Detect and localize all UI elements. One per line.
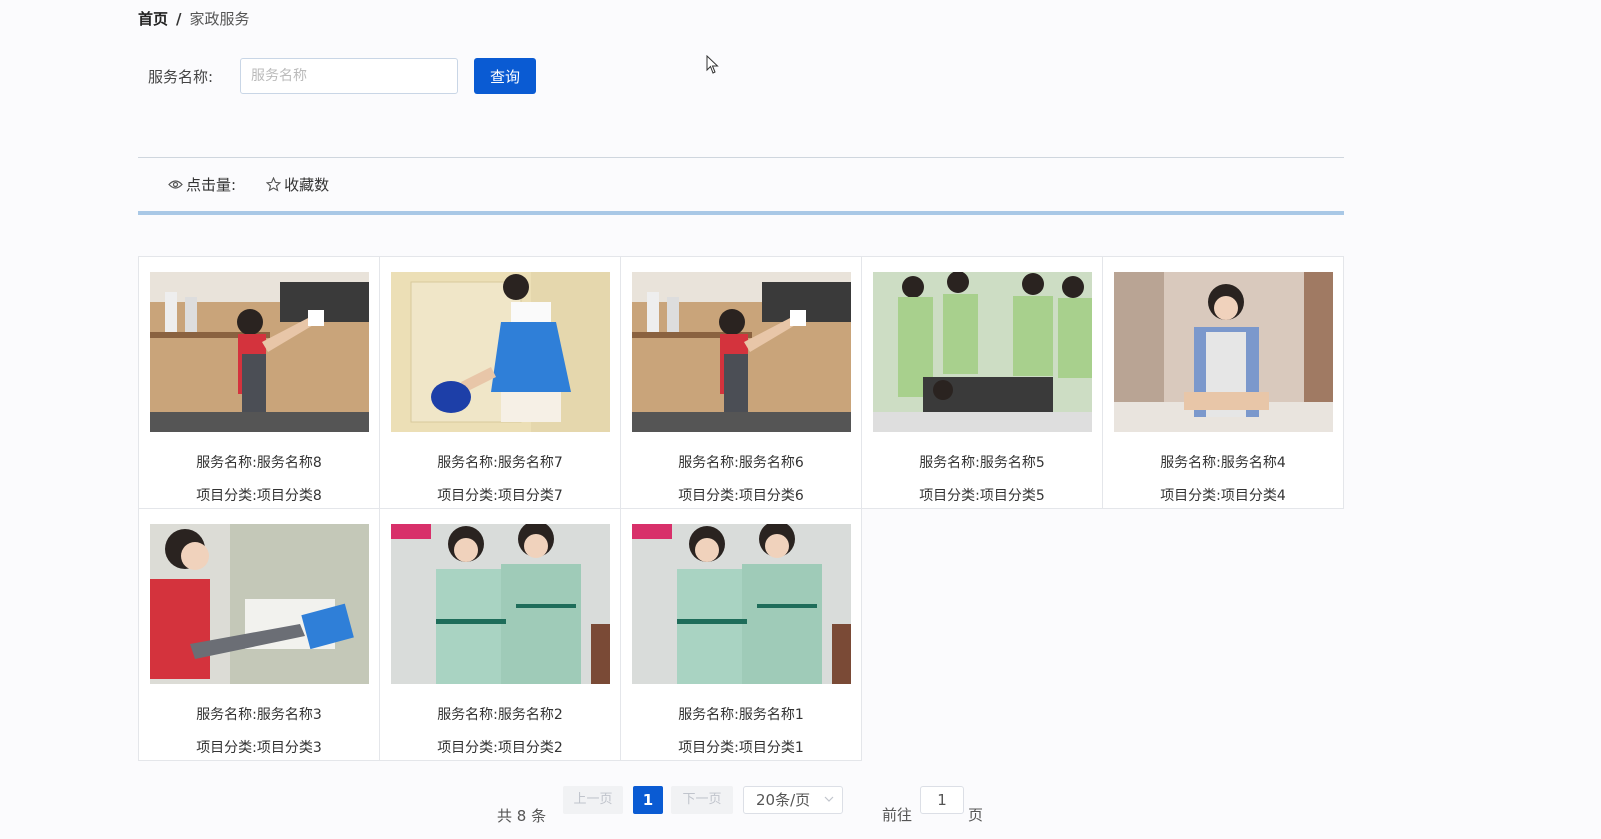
- service-name: 服务名称:服务名称3: [196, 707, 322, 723]
- search-button[interactable]: 查询: [474, 58, 536, 94]
- pagination-total: 共 8 条: [497, 807, 547, 825]
- service-name: 服务名称:服务名称5: [919, 455, 1045, 471]
- service-card[interactable]: 服务名称:服务名称8 项目分类:项目分类8: [139, 257, 380, 509]
- breadcrumb-separator: /: [176, 9, 182, 28]
- service-card[interactable]: 服务名称:服务名称2 项目分类:项目分类2: [380, 509, 621, 761]
- wall-wiper-image: [390, 272, 610, 432]
- service-card[interactable]: 服务名称:服务名称6 项目分类:项目分类6: [621, 257, 862, 509]
- page-size-select[interactable]: 20条/页: [743, 786, 843, 814]
- service-name: 服务名称:服务名称6: [678, 455, 804, 471]
- uniform-pair-image: [631, 521, 851, 684]
- page-number-current[interactable]: 1: [633, 786, 663, 814]
- star-icon: [266, 177, 282, 192]
- service-category: 项目分类:项目分类6: [678, 488, 804, 504]
- service-name: 服务名称:服务名称4: [1160, 455, 1286, 471]
- mouse-cursor-icon: [706, 55, 719, 74]
- service-category: 项目分类:项目分类5: [919, 488, 1045, 504]
- prev-page-button[interactable]: 上一页: [563, 786, 623, 814]
- search-form: 服务名称: 查询: [148, 58, 536, 94]
- goto-page-input[interactable]: 1: [920, 786, 964, 814]
- goto-label: 前往: [882, 806, 913, 824]
- sort-by-favorites[interactable]: 收藏数: [266, 174, 329, 195]
- service-card[interactable]: 服务名称:服务名称1 项目分类:项目分类1: [621, 509, 862, 761]
- chevron-down-icon: [824, 796, 834, 802]
- service-name: 服务名称:服务名称8: [196, 455, 322, 471]
- sort-favorites-label: 收藏数: [284, 176, 330, 194]
- breadcrumb: 首页 / 家政服务: [138, 8, 250, 29]
- service-card[interactable]: 服务名称:服务名称3 项目分类:项目分类3: [139, 509, 380, 761]
- service-category: 项目分类:项目分类8: [196, 488, 322, 504]
- eye-icon: [168, 180, 183, 189]
- service-card[interactable]: 服务名称:服务名称4 项目分类:项目分类4: [1103, 257, 1344, 509]
- service-category: 项目分类:项目分类4: [1160, 488, 1286, 504]
- page-size-value: 20条/页: [756, 791, 811, 809]
- service-card[interactable]: 服务名称:服务名称5 项目分类:项目分类5: [862, 257, 1103, 509]
- breadcrumb-home[interactable]: 首页: [138, 8, 168, 29]
- service-name: 服务名称:服务名称7: [437, 455, 563, 471]
- service-category: 项目分类:项目分类3: [196, 740, 322, 756]
- service-category: 项目分类:项目分类2: [437, 740, 563, 756]
- uniform-pair-image: [390, 521, 610, 684]
- service-name-input[interactable]: [240, 58, 458, 94]
- sort-by-clicks[interactable]: 点击量:: [168, 174, 236, 195]
- goto-unit: 页: [968, 806, 984, 824]
- service-grid: 服务名称:服务名称8 项目分类:项目分类8 服务名称:服务名称7 项目分类:项目…: [138, 256, 1344, 761]
- service-category: 项目分类:项目分类1: [678, 740, 804, 756]
- sort-clicks-label: 点击量:: [186, 176, 237, 194]
- breadcrumb-current: 家政服务: [189, 10, 250, 28]
- search-label: 服务名称:: [148, 67, 214, 86]
- kitchen-cleaner-image: [149, 272, 369, 432]
- service-name: 服务名称:服务名称2: [437, 707, 563, 723]
- service-card[interactable]: 服务名称:服务名称7 项目分类:项目分类7: [380, 257, 621, 509]
- kitchen-cleaner-image: [631, 272, 851, 432]
- next-page-button[interactable]: 下一页: [671, 786, 733, 814]
- sort-bar: 点击量: 收藏数: [138, 157, 1344, 215]
- maid-apron-image: [1113, 272, 1333, 432]
- service-name: 服务名称:服务名称1: [678, 707, 804, 723]
- training-group-image: [872, 271, 1092, 432]
- window-cleaner-image: [149, 524, 369, 684]
- service-category: 项目分类:项目分类7: [437, 488, 563, 504]
